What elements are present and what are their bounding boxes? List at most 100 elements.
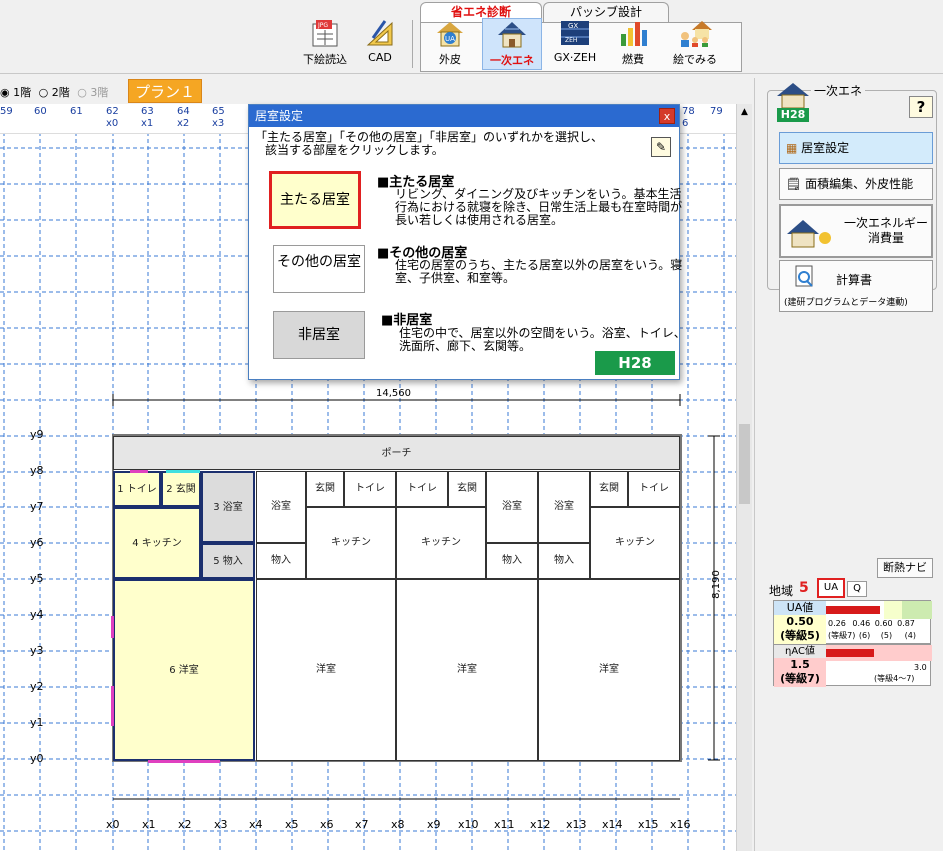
scroll-thumb[interactable] <box>739 424 750 504</box>
axis-x2: x2 <box>178 818 192 831</box>
cad-button[interactable]: CAD <box>356 18 404 70</box>
room-toilet[interactable]: トイレ <box>396 471 448 507</box>
room-bath[interactable]: 浴室 <box>256 471 306 543</box>
room-entrance[interactable]: 玄関 <box>590 471 628 507</box>
solar-house-icon <box>495 19 529 49</box>
axis-x1: x1 <box>142 818 156 831</box>
room-western-6[interactable]: 6 洋室 <box>113 579 255 761</box>
cad-label: CAD <box>368 51 392 64</box>
room-porch[interactable]: ポーチ <box>113 436 680 470</box>
help-book-icon[interactable]: ✎ <box>651 137 671 157</box>
axis-x6: x6 <box>320 818 334 831</box>
axis-x13: x13 <box>566 818 587 831</box>
eta-bar-fill <box>826 649 874 657</box>
entrance-label: 玄関 <box>599 483 619 494</box>
trace-image-icon: JPG <box>308 18 342 48</box>
floor-radio-group: ◉ 1階 ○ 2階 ○ 3階 <box>0 84 108 100</box>
picture-view-label: 絵でみる <box>673 53 717 66</box>
gx-zeh-button[interactable]: GX ZEH GX·ZEH <box>546 18 604 70</box>
floor-radio-3f[interactable]: ○ 3階 <box>77 86 108 99</box>
axis-x9: x9 <box>427 818 441 831</box>
room-kitchen[interactable]: キッチン <box>396 507 486 579</box>
western-label: 洋室 <box>457 664 477 675</box>
floor-3f-label: 3階 <box>90 86 109 99</box>
ua-scale-2: 0.60 <box>874 619 893 628</box>
kitchen-label: キッチン <box>615 537 655 548</box>
close-icon[interactable]: x <box>659 108 675 124</box>
porch-label: ポーチ <box>381 448 412 459</box>
room-entrance-2[interactable]: 2 玄関 <box>161 471 201 507</box>
scroll-up-icon[interactable]: ▲ <box>737 104 752 120</box>
primary-energy-label: 一次エネ <box>490 54 534 67</box>
room-storage[interactable]: 物入 <box>486 543 538 579</box>
dialog-instructions: 「主たる居室」「その他の居室」「非居室」のいずれかを選択し、 該当する部屋をクリ… <box>255 131 655 157</box>
room-bath[interactable]: 浴室 <box>538 471 590 543</box>
h28-badge: H28 <box>595 351 675 375</box>
ruler-59: 59 <box>0 106 13 117</box>
room-bath-3[interactable]: 3 浴室 <box>201 471 255 543</box>
room-storage[interactable]: 物入 <box>538 543 590 579</box>
axis-y7: y7 <box>30 500 44 513</box>
solar-house-icon <box>787 220 831 248</box>
room-western[interactable]: 洋室 <box>256 579 396 761</box>
primary-energy-consumption-button[interactable]: 一次エネルギー 消費量 <box>779 204 933 258</box>
room-western[interactable]: 洋室 <box>396 579 538 761</box>
room-toilet[interactable]: トイレ <box>628 471 680 507</box>
vertical-scrollbar[interactable]: ▲ <box>736 104 752 851</box>
primary-energy-button[interactable]: 一次エネ <box>482 18 542 70</box>
floor-radio-1f[interactable]: ◉ 1階 <box>0 86 31 99</box>
report-label: 計算書 <box>836 273 873 287</box>
picture-view-button[interactable]: 絵でみる <box>664 18 726 70</box>
room-storage-5[interactable]: 5 物入 <box>201 543 255 579</box>
ua-scale-3: 0.87 <box>897 619 915 628</box>
ua-mode-button[interactable]: UA <box>817 578 845 598</box>
toilet-1-label: 1 トイレ <box>117 484 157 495</box>
svg-text:UA: UA <box>445 35 455 43</box>
eta-gauge: ηAC値 1.5 (等級7) 3.0 (等級4〜7) <box>773 644 932 687</box>
plan-tab[interactable]: プラン１ <box>128 79 202 103</box>
room-toilet-1[interactable]: 1 トイレ <box>113 471 161 507</box>
envelope-button[interactable]: UA 外皮 <box>424 18 476 70</box>
q-mode-button[interactable]: Q <box>847 581 867 597</box>
insulation-navi-button[interactable]: 断熱ナビ <box>877 558 933 578</box>
dialog-title: 居室設定 <box>249 105 679 127</box>
floor-radio-2f[interactable]: ○ 2階 <box>39 86 70 99</box>
trace-image-button[interactable]: JPG 下絵読込 <box>298 18 352 70</box>
other-room-button[interactable]: その他の居室 <box>273 245 365 293</box>
window-mark <box>111 616 114 638</box>
ruler-63: 63 <box>141 106 154 117</box>
entrance-label: 玄関 <box>315 483 335 494</box>
room-entrance[interactable]: 玄関 <box>448 471 486 507</box>
room-kitchen-4[interactable]: 4 キッチン <box>113 507 201 579</box>
fuel-cost-label: 燃費 <box>622 53 644 66</box>
ruler-61: 61 <box>70 106 83 117</box>
ua-grade-label-3: (4) <box>904 631 917 640</box>
room-western[interactable]: 洋室 <box>538 579 680 761</box>
ruler-60: 60 <box>34 106 47 117</box>
room-bath[interactable]: 浴室 <box>486 471 538 543</box>
room-storage[interactable]: 物入 <box>256 543 306 579</box>
report-button[interactable]: 計算書 (建研プログラムとデータ連動) <box>779 260 933 312</box>
main-room-button[interactable]: 主たる居室 <box>269 171 361 229</box>
width-dimension: 14,560 <box>376 388 411 399</box>
non-room-button[interactable]: 非居室 <box>273 311 365 359</box>
ua-value: 0.50 <box>786 615 814 628</box>
fuel-cost-button[interactable]: 燃費 <box>606 18 660 70</box>
room-kitchen[interactable]: キッチン <box>590 507 680 579</box>
storage-label: 物入 <box>271 555 291 566</box>
area-edit-button[interactable]: 🗒 面積編集、外皮性能 <box>779 168 933 200</box>
ruler-x3: x3 <box>212 118 225 129</box>
axis-x5: x5 <box>285 818 299 831</box>
room-entrance[interactable]: 玄関 <box>306 471 344 507</box>
room-toilet[interactable]: トイレ <box>344 471 396 507</box>
western-6-label: 6 洋室 <box>169 665 199 676</box>
window-mark <box>130 470 148 473</box>
room-kitchen[interactable]: キッチン <box>306 507 396 579</box>
axis-y3: y3 <box>30 644 44 657</box>
room-setting-button[interactable]: ▦ 居室設定 <box>779 132 933 164</box>
axis-y5: y5 <box>30 572 44 585</box>
help-button[interactable]: ? <box>909 96 933 118</box>
axis-x7: x7 <box>355 818 369 831</box>
kitchen-4-label: 4 キッチン <box>132 538 182 549</box>
ua-bar-track <box>826 601 932 619</box>
